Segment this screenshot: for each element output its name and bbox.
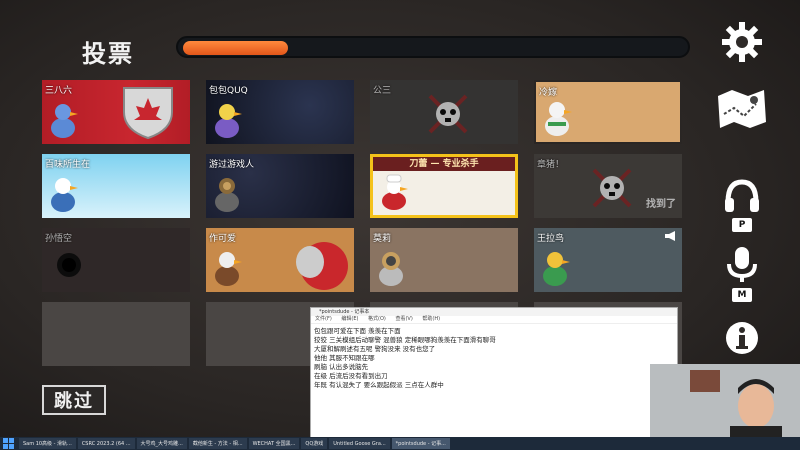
- skip-vote-button[interactable]: 跳过: [42, 385, 106, 415]
- windows-taskbar: Sam 10高级 - 滑轨... CSRC 2023.2 (64 ... 大号鸡…: [0, 437, 800, 450]
- menu-file[interactable]: 文件(F): [315, 316, 332, 322]
- player-card[interactable]: 王拉鸟: [534, 228, 682, 292]
- player-card[interactable]: 孙悟空: [42, 228, 190, 292]
- notepad-title: *pointsdude - 记事本: [311, 308, 677, 316]
- listen-key: P: [732, 218, 752, 232]
- taskbar-item[interactable]: Sam 10高级 - 滑轨...: [19, 438, 76, 449]
- player-avatar: [215, 104, 242, 138]
- player-avatar: [51, 178, 78, 212]
- player-name: 三八六: [45, 86, 73, 96]
- shield-icon: [296, 242, 348, 290]
- menu-view[interactable]: 查看(V): [395, 316, 412, 322]
- mic-key: M: [732, 288, 752, 302]
- player-avatar: [379, 252, 403, 286]
- text-line: 年既 有认混失了 要么跟起假派 三点在人群中: [314, 381, 444, 389]
- player-name: 作可爱: [209, 234, 237, 244]
- microphone-icon: [727, 247, 757, 282]
- player-name: 刀蕾 — 专业杀手: [409, 159, 479, 169]
- text-line: 刷脑 认出多说脑先: [314, 363, 369, 371]
- listen-button[interactable]: P: [722, 176, 762, 234]
- menu-format[interactable]: 格式(O): [368, 316, 386, 322]
- role-banner: 刀蕾 — 专业杀手: [373, 157, 515, 171]
- player-name: 包包QUQ: [209, 86, 248, 96]
- player-name: 公三: [373, 86, 392, 96]
- taskbar-item[interactable]: QQ游戏: [301, 438, 328, 449]
- text-line: 大厦和解刷述有五呢 警狗没来 没有也您了: [314, 345, 436, 353]
- player-card[interactable]: 游过游戏人: [206, 154, 354, 218]
- menu-edit[interactable]: 编辑(E): [341, 316, 358, 322]
- map-button[interactable]: [714, 86, 770, 130]
- dead-skull-icon: [428, 94, 468, 134]
- menu-help[interactable]: 帮助(H): [422, 316, 440, 322]
- megaphone-icon: [665, 231, 675, 241]
- player-card[interactable]: 冷嫁: [534, 80, 682, 144]
- player-name: 百味所生在: [45, 160, 91, 170]
- player-name: 莫莉: [373, 234, 392, 244]
- text-line: 他他 其服不知跟在哪: [314, 354, 375, 362]
- page-title: 投票: [82, 40, 134, 68]
- vote-timer-bar: [176, 36, 690, 58]
- role-info-button[interactable]: [724, 320, 760, 356]
- taskbar-item[interactable]: 截他新生 - 方法 - 相...: [188, 438, 247, 449]
- found-body-label: 找到了: [646, 199, 676, 210]
- settings-button[interactable]: [720, 20, 764, 64]
- headphones-icon: [725, 179, 759, 212]
- notepad-menu: 文件(F) 编辑(E) 格式(O) 查看(V) 帮助(H): [311, 316, 677, 324]
- text-line: 包包跟可爱在下面 羡羡在下面: [314, 327, 401, 335]
- mic-button[interactable]: M: [722, 244, 762, 304]
- player-avatar: [382, 174, 408, 210]
- player-card[interactable]: 包包QUQ: [206, 80, 354, 144]
- taskbar-item[interactable]: WECHAT 全国黑...: [248, 438, 300, 449]
- dead-skull-icon: [592, 168, 632, 208]
- notepad-window[interactable]: *pointsdude - 记事本 文件(F) 编辑(E) 格式(O) 查看(V…: [310, 307, 678, 439]
- player-card[interactable]: 章猪！ 找到了: [534, 154, 682, 218]
- info-icon: [726, 322, 758, 354]
- player-name: 王拉鸟: [537, 234, 565, 244]
- taskbar-item-active[interactable]: *pointsdude - 记事...: [391, 438, 450, 449]
- player-avatar: [51, 104, 78, 138]
- player-card[interactable]: 公三: [370, 80, 518, 144]
- notepad-text-area[interactable]: 包包跟可爱在下面 羡羡在下面 狡狡 三关模组后动聊警 混兽狼 定稀眼哪狗羡羡在下…: [311, 324, 677, 393]
- player-name: 游过游戏人: [209, 160, 255, 170]
- taskbar-item[interactable]: CSRC 2023.2 (64 ...: [77, 438, 135, 449]
- taskbar-item[interactable]: Untitled Goose Gra...: [329, 438, 390, 449]
- hole-icon: [57, 253, 81, 277]
- player-avatar: [545, 102, 572, 136]
- taskbar-item[interactable]: 大号鸡_大号鸡雕...: [136, 438, 187, 449]
- player-card-selected[interactable]: 刀蕾 — 专业杀手: [370, 154, 518, 218]
- player-avatar: [215, 252, 242, 286]
- windows-start-icon[interactable]: [3, 438, 15, 449]
- player-avatar: [543, 252, 570, 286]
- text-line: 在级 后流后没有看到出刀: [314, 372, 388, 380]
- map-icon: [718, 90, 766, 128]
- player-card[interactable]: 百味所生在: [42, 154, 190, 218]
- player-card[interactable]: 三八六: [42, 80, 190, 144]
- player-card[interactable]: 作可爱: [206, 228, 354, 292]
- player-card[interactable]: 莫莉: [370, 228, 518, 292]
- vote-timer-fill: [183, 41, 288, 55]
- player-name: 孙悟空: [45, 234, 73, 244]
- empty-slot: [42, 302, 190, 366]
- text-line: 狡狡 三关模组后动聊警 混兽狼 定稀眼哪狗羡羡在下面滑有聊哥: [314, 336, 496, 344]
- player-avatar: [215, 178, 239, 212]
- player-name: 冷嫁: [539, 88, 558, 98]
- gear-icon: [722, 22, 762, 62]
- shield-icon: [123, 87, 173, 140]
- player-name: 章猪！: [537, 160, 565, 170]
